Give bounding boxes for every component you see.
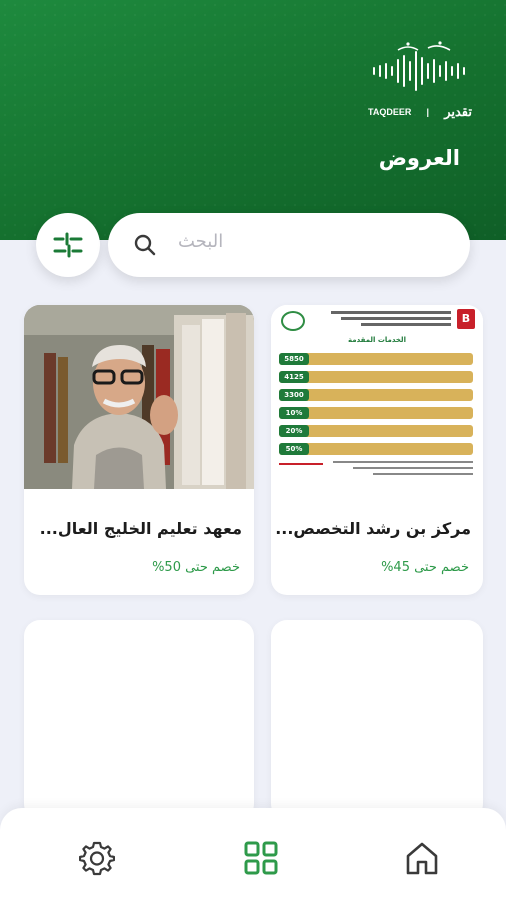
offer-image: B الخدمات المقدمة 5850 4125 3300 10% 20%… [271,305,483,489]
offer-image [24,305,254,489]
offer-card-placeholder[interactable] [271,620,483,820]
nav-offers[interactable] [241,838,281,878]
settings-icon [79,841,115,876]
reading-man-photo [24,305,254,489]
offer-card[interactable]: B الخدمات المقدمة 5850 4125 3300 10% 20%… [271,305,483,595]
nav-settings[interactable] [77,838,117,878]
offer-card[interactable]: معهد تعليم الخليج العال... خصم حتى 50% [24,305,254,595]
flyer-heading: الخدمات المقدمة [348,336,406,344]
offer-discount: خصم حتى 45% [381,560,469,575]
bottom-nav [0,808,506,900]
header: TAQDEER | تقدير العروض [0,0,506,240]
sliders-icon [53,232,83,258]
grid-icon [244,841,278,875]
taqdeer-logo: TAQDEER | تقدير [368,40,472,120]
logo-latin: TAQDEER [368,107,412,117]
filter-button[interactable] [36,213,100,277]
offer-title: مركز بن رشد التخصص... [275,519,471,538]
page-title: العروض [378,146,460,170]
search-placeholder: البحث [178,231,224,252]
search-input[interactable]: البحث [108,213,470,277]
home-icon [406,842,438,875]
offer-card-placeholder[interactable] [24,620,254,820]
offer-title: معهد تعليم الخليج العال... [39,519,242,538]
nav-home[interactable] [402,838,442,878]
agency-logo-icon [281,311,305,331]
offer-discount: خصم حتى 50% [152,560,240,575]
search-icon [134,234,156,256]
clinic-logo-icon: B [457,309,475,329]
logo-arabic: تقدير [444,104,472,119]
logo-soundwave-icon [373,41,465,91]
